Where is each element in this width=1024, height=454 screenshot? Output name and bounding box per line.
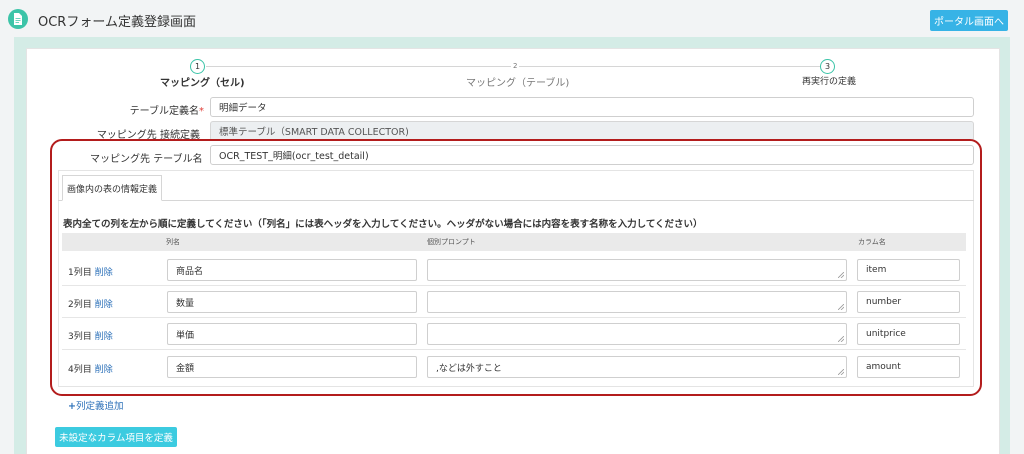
- table-def-label-text: テーブル定義名: [129, 106, 199, 117]
- row-4-column-input[interactable]: amount: [857, 356, 960, 378]
- row-3-prompt-textarea[interactable]: [427, 323, 847, 345]
- table-def-label: テーブル定義名*: [120, 102, 204, 117]
- table-row-label: 3列目 削除: [68, 329, 113, 342]
- table-row-label: 1列目 削除: [68, 265, 113, 278]
- row-1-label: 1列目: [68, 268, 92, 278]
- table-row-label: 2列目 削除: [68, 297, 113, 310]
- step-1-circle[interactable]: 1: [190, 59, 205, 74]
- delete-link-row-4[interactable]: 削除: [95, 365, 113, 375]
- tab-underline: [58, 200, 974, 201]
- row-4-label: 4列目: [68, 365, 92, 375]
- step-3-circle[interactable]: 3: [820, 59, 835, 74]
- row-4-prompt-textarea[interactable]: ,などは外すこと: [427, 356, 847, 378]
- tab-table-info[interactable]: 画像内の表の情報定義: [62, 175, 162, 201]
- dest-conn-field: 標準テーブル（SMART DATA COLLECTOR): [210, 121, 974, 141]
- resize-handle-icon[interactable]: [838, 369, 844, 375]
- document-icon: [8, 9, 28, 29]
- step-2-label[interactable]: マッピング（テーブル): [466, 74, 569, 89]
- row-3-label: 3列目: [68, 332, 92, 342]
- row-2-name-input[interactable]: 数量: [167, 291, 417, 313]
- row-2-prompt-textarea[interactable]: [427, 291, 847, 313]
- resize-handle-icon[interactable]: [838, 304, 844, 310]
- row-1-name-input[interactable]: 商品名: [167, 259, 417, 281]
- row-divider: [62, 349, 966, 350]
- plus-icon: +: [68, 401, 76, 412]
- table-header: [62, 233, 966, 251]
- add-column-label: 列定義追加: [75, 401, 124, 412]
- page-title: OCRフォーム定義登録画面: [38, 15, 196, 30]
- step-1-label[interactable]: マッピング（セル): [160, 74, 245, 89]
- row-2-column-input[interactable]: number: [857, 291, 960, 313]
- header-column-name: 列名: [166, 238, 180, 246]
- dest-table-input[interactable]: OCR_TEST_明細(ocr_test_detail): [210, 145, 974, 165]
- row-3-column-input[interactable]: unitprice: [857, 323, 960, 345]
- delete-link-row-1[interactable]: 削除: [95, 268, 113, 278]
- table-def-input[interactable]: 明細データ: [210, 97, 974, 117]
- define-unset-columns-button[interactable]: 未設定なカラム項目を定義: [55, 427, 177, 447]
- portal-button[interactable]: ポータル画面へ: [930, 10, 1008, 31]
- row-4-name-input[interactable]: 金額: [167, 356, 417, 378]
- required-mark: *: [199, 106, 204, 117]
- header-db-column: カラム名: [858, 238, 886, 246]
- row-1-prompt-textarea[interactable]: [427, 259, 847, 281]
- table-row-label: 4列目 削除: [68, 362, 113, 375]
- delete-link-row-3[interactable]: 削除: [95, 332, 113, 342]
- row-4-prompt-text: ,などは外すこと: [436, 363, 502, 374]
- instruction-text: 表内全ての列を左から順に定義してください（「列名」には表ヘッダを入力してください…: [63, 219, 703, 230]
- row-divider: [62, 317, 966, 318]
- delete-link-row-2[interactable]: 削除: [95, 300, 113, 310]
- resize-handle-icon[interactable]: [838, 336, 844, 342]
- step-2-number[interactable]: 2: [511, 62, 520, 70]
- dest-table-label: マッピング先 テーブル名: [90, 154, 203, 165]
- header-prompt: 個別プロンプト: [427, 238, 476, 246]
- step-3-label[interactable]: 再実行の定義: [802, 74, 856, 87]
- app-header: OCRフォーム定義登録画面 ポータル画面へ: [0, 0, 1024, 38]
- resize-handle-icon[interactable]: [838, 272, 844, 278]
- row-1-column-input[interactable]: item: [857, 259, 960, 281]
- row-divider: [62, 285, 966, 286]
- row-3-name-input[interactable]: 単価: [167, 323, 417, 345]
- row-2-label: 2列目: [68, 300, 92, 310]
- add-column-link[interactable]: +列定義追加: [68, 398, 123, 412]
